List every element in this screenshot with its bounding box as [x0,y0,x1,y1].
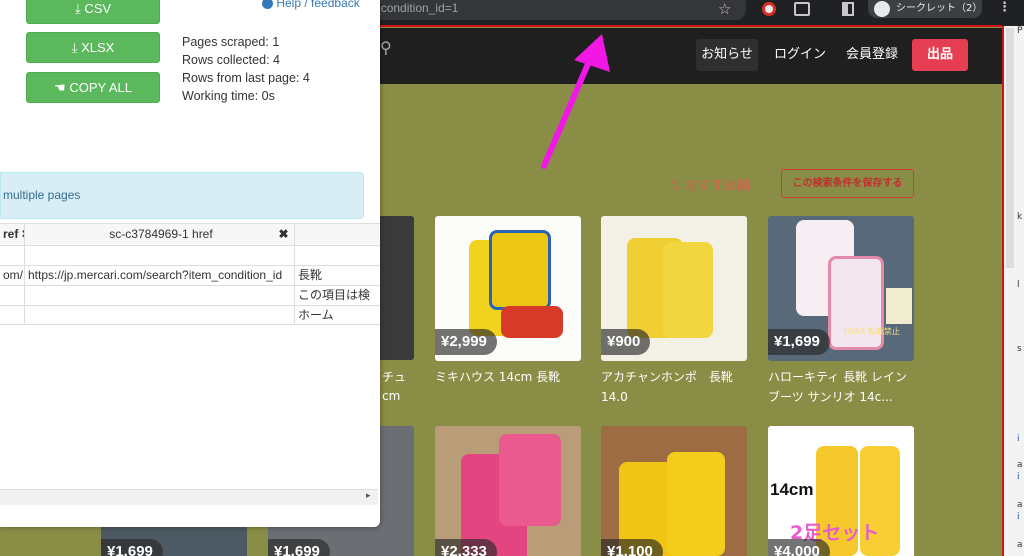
xlsx-label: XLSX [81,40,115,55]
table-row: この項目は検 [0,285,380,305]
boot-sole [501,306,563,338]
column-header[interactable]: ref ✖ [0,224,25,245]
notice-button[interactable]: お知らせ [696,39,758,71]
table-cell [0,246,25,265]
scrollbar[interactable] [1006,28,1014,268]
incognito-icon [874,1,890,17]
extension-pokeball-icon[interactable] [762,2,776,16]
product-title: cm [382,389,401,403]
browser-menu-icon[interactable]: ⋮ [998,0,1011,15]
download-icon: ⤓ [71,40,78,55]
csv-button[interactable]: ⤓ CSV [26,0,160,24]
product-card[interactable]: HYAR 転載禁止 ¥1,699 [768,216,914,361]
product-title: ハローキティ 長靴 レインブーツ サンリオ 14c... [768,370,907,404]
help-icon [262,0,273,10]
strip-text: i [1017,512,1020,522]
table-cell [295,246,380,265]
product-title: チュ [382,370,407,384]
boot-tag [886,288,912,324]
boot-image [499,434,561,526]
product-card[interactable]: ¥2,999 [435,216,581,361]
boot-image [489,230,551,310]
info-alert: multiple pages [0,172,364,219]
boot-image [667,452,725,556]
rows-last-page-stat: Rows from last page: 4 [182,71,310,85]
price-badge: ¥1,699 [101,539,163,556]
save-search-button[interactable]: この検索条件を保存する [781,169,914,198]
price-badge: ¥900 [601,329,651,355]
incognito-label: シークレット（2） [896,3,983,14]
table-header: ref ✖ sc-c3784969-1 href ✖ [0,223,380,245]
table-cell [0,286,25,305]
copy-all-label: COPY ALL [69,80,132,95]
table-cell [25,306,295,324]
working-time-stat: Working time: 0s [182,89,275,103]
table-cell [0,306,25,324]
strip-text: i [1017,434,1020,444]
register-button[interactable]: 会員登録 [842,39,902,71]
product-card[interactable]: ¥900 [601,216,747,361]
strip-text: a [1017,460,1023,470]
price-badge: ¥2,333 [435,539,497,556]
column-header[interactable]: sc-c3784969-1 href [25,224,295,245]
csv-label: CSV [84,1,112,16]
site-header: ⚲ お知らせ ログイン 会員登録 出品 [380,28,1002,84]
strip-text: k [1017,212,1023,222]
table-cell: ホーム [298,308,334,322]
product-card[interactable]: ¥2,333 [435,426,581,556]
table-cell [25,246,295,265]
rows-collected-stat: Rows collected: 4 [182,53,280,67]
sort-dropdown[interactable]: ⇅ おすすめ順 [670,175,750,194]
table-cell: https://jp.mercari.com/search?item_condi… [25,266,295,285]
table-cell: この項目は検 [298,288,371,302]
product-title: アカチャンホンポ 長靴 14.0 [601,370,733,404]
download-icon: ⤓ [74,1,81,16]
strip-text: a [1017,500,1023,510]
price-badge: ¥4,000 [768,539,830,556]
strip-text: l [1017,280,1020,290]
table-cell: 長靴 [298,268,323,282]
extension-puzzle-icon[interactable] [794,2,810,16]
sell-button[interactable]: 出品 [912,39,968,71]
xlsx-button[interactable]: ⤓ XLSX [26,32,160,63]
table-cell: om/ [0,266,25,285]
price-badge: ¥1,699 [268,539,330,556]
scraper-panel: Help / feedback ⤓ CSV ⤓ XLSX ☚ COPY ALL … [0,0,380,527]
strip-text: s [1017,344,1022,354]
login-button[interactable]: ログイン [770,39,830,71]
strip-text: a [1017,540,1023,550]
table-row [0,245,380,265]
strip-text: i [1017,472,1020,482]
table-row: ホーム [0,305,380,325]
product-card[interactable]: 14cm 2足セット ¥4,000 [768,426,914,556]
incognito-badge[interactable]: シークレット（2） [868,0,982,18]
scroll-right-arrow-icon[interactable]: ▸ [366,491,371,501]
copy-all-button[interactable]: ☚ COPY ALL [26,72,160,103]
watermark-text: HYAR 転載禁止 [844,327,900,336]
remove-column-icon[interactable]: ✖ [270,224,295,245]
price-badge: ¥2,999 [435,329,497,355]
bookmark-star-icon[interactable]: ☆ [718,0,731,18]
sidebar-icon[interactable] [842,2,854,16]
strip-text: P [1017,26,1023,36]
overlay-size-text: 14cm [770,480,814,499]
table-row: om/ https://jp.mercari.com/search?item_c… [0,265,380,285]
copy-hand-icon: ☚ [54,80,66,95]
boot-image [663,242,713,338]
table-cell [25,286,295,305]
search-icon[interactable]: ⚲ [380,38,398,60]
page-border [380,25,1002,27]
product-title: ミキハウス 14cm 長靴 [435,370,561,384]
price-badge: ¥1,100 [601,539,663,556]
price-badge: ¥1,699 [768,329,830,355]
help-feedback-link[interactable]: Help / feedback [262,0,360,10]
annotation-arrow-icon [541,34,610,169]
horizontal-scrollbar[interactable]: ▸ [0,489,378,505]
pages-scraped-stat: Pages scraped: 1 [182,35,280,49]
help-feedback-label: Help / feedback [276,0,360,10]
product-card[interactable]: ¥1,100 [601,426,747,556]
